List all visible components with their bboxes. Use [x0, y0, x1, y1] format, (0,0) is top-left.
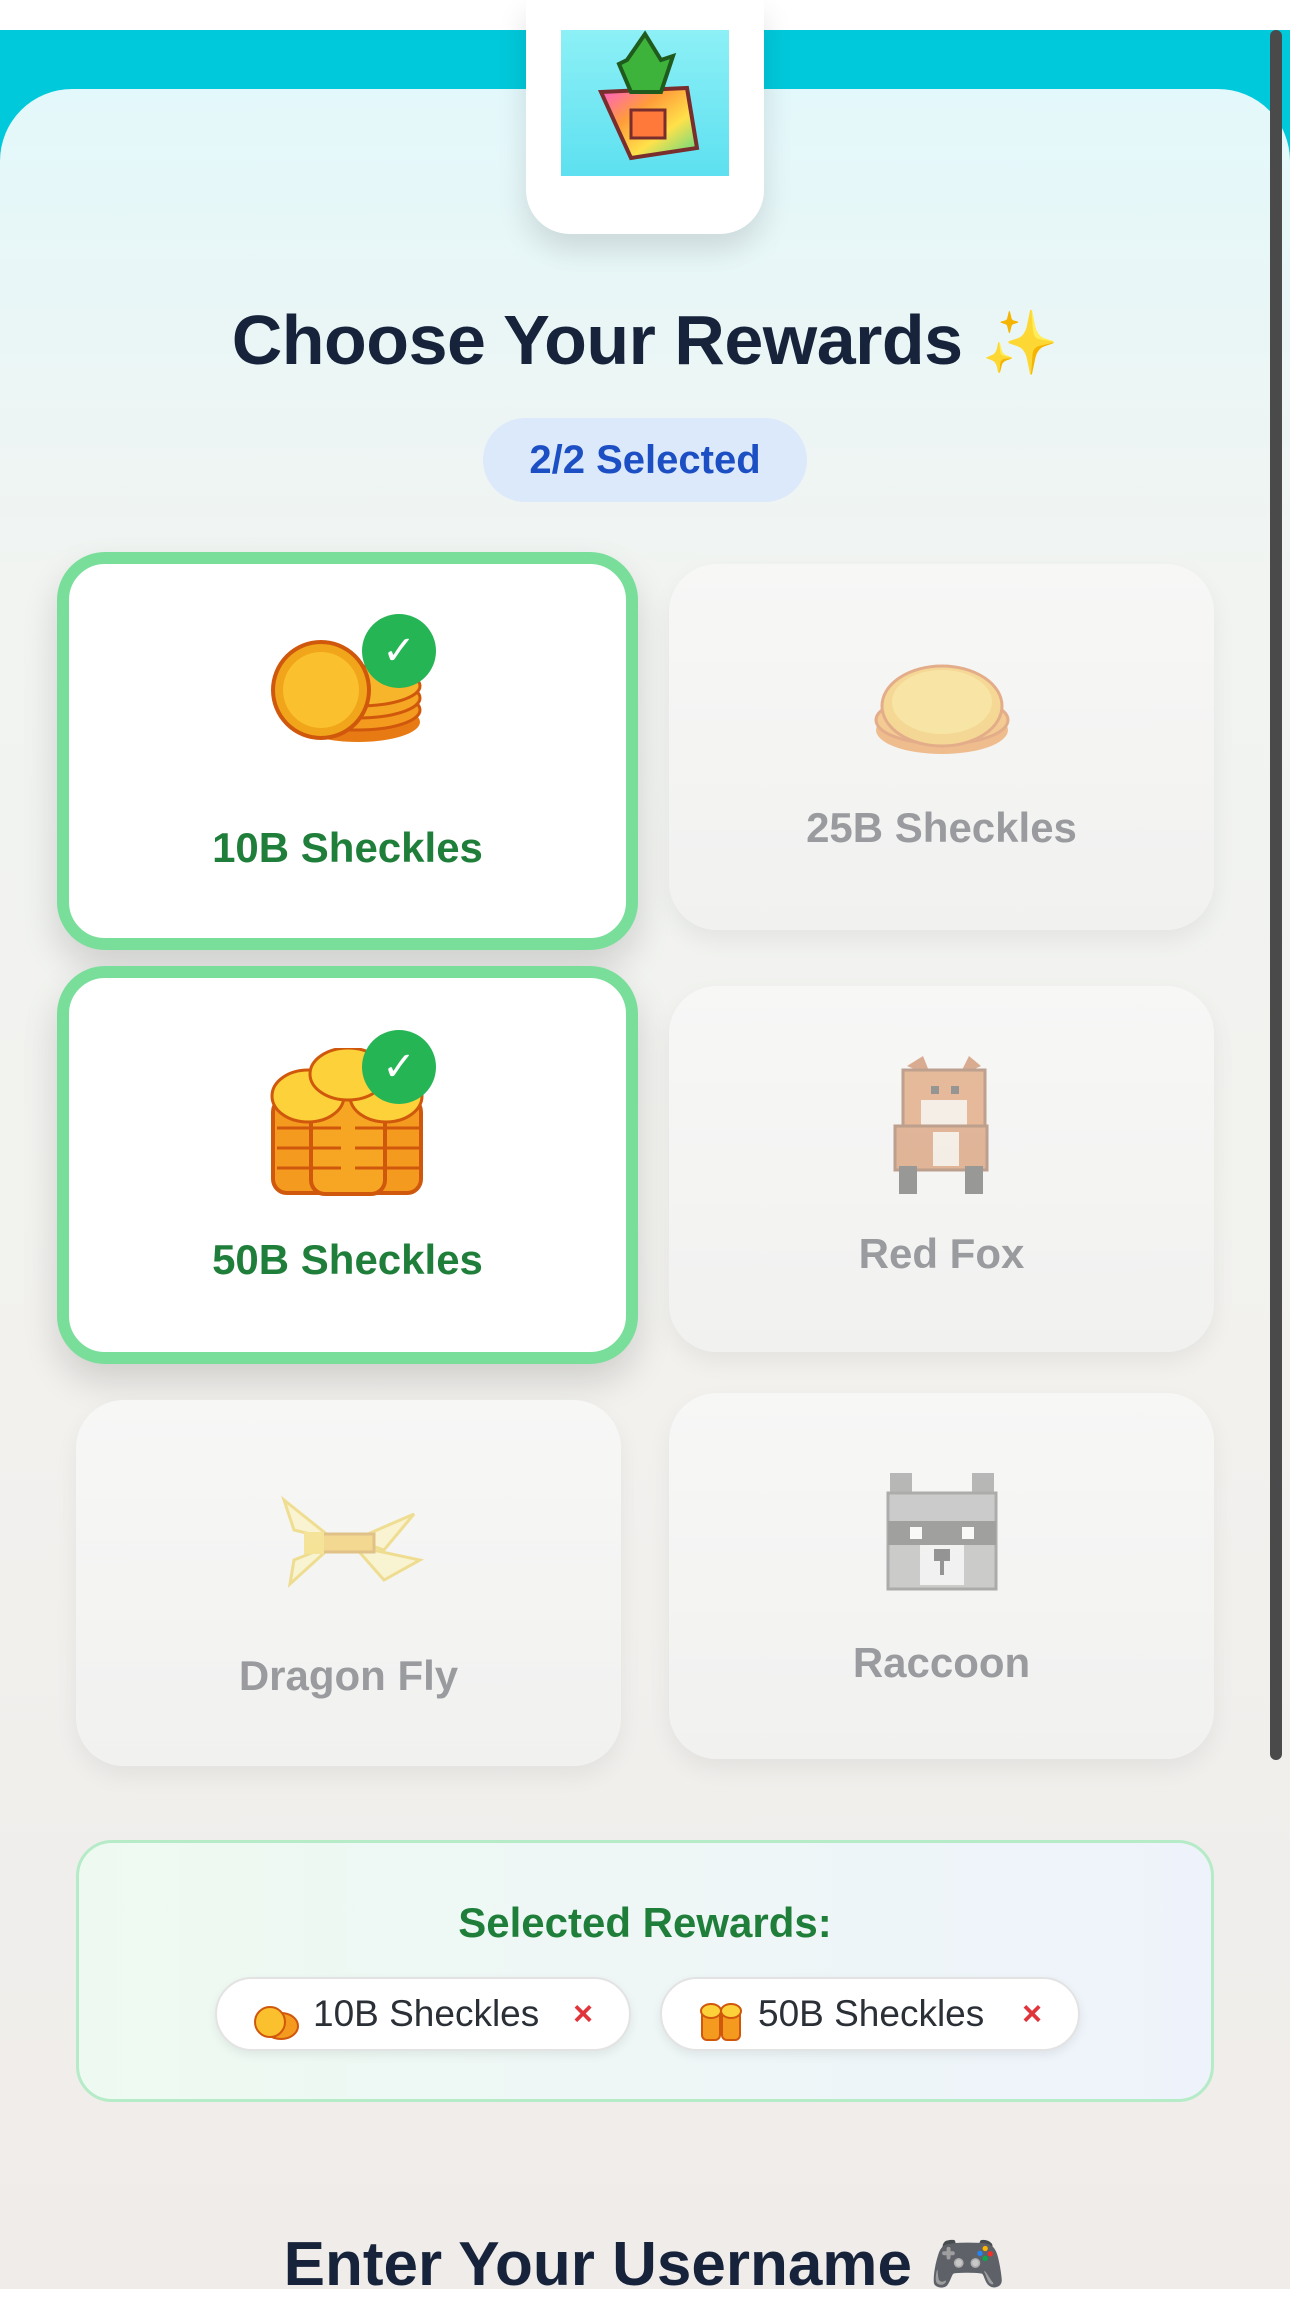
selected-check-icon: ✓: [362, 614, 436, 688]
coin-stack-icon: [872, 658, 1012, 758]
game-logo: [561, 30, 729, 176]
reward-label: 25B Sheckles: [806, 804, 1077, 851]
reward-card-25b-sheckles[interactable]: 25B Sheckles: [669, 564, 1214, 930]
reward-label: Dragon Fly: [238, 1652, 459, 1699]
red-fox-icon: [877, 1056, 1007, 1196]
coin-pile-icon: [698, 1995, 744, 2041]
game-logo-card: [526, 0, 764, 234]
reward-label: Red Fox: [858, 1230, 1025, 1277]
reward-card-raccoon[interactable]: Raccoon: [669, 1393, 1214, 1759]
reward-card-10b-sheckles[interactable]: ✓ 10B Sheckles: [57, 552, 638, 950]
reward-label: Raccoon: [852, 1639, 1031, 1686]
selected-chip-50b-sheckles: 50B Sheckles ×: [660, 1977, 1080, 2051]
remove-icon[interactable]: ×: [573, 1979, 593, 2049]
selected-chip-10b-sheckles: 10B Sheckles ×: [215, 1977, 631, 2051]
raccoon-icon: [882, 1473, 1002, 1593]
remove-icon[interactable]: ×: [1022, 1979, 1042, 2049]
coin-stack-icon: [253, 1995, 299, 2040]
sparkle-icon: ✨: [981, 309, 1059, 378]
reward-card-dragon-fly[interactable]: Dragon Fly: [76, 1400, 621, 1766]
reward-card-50b-sheckles[interactable]: ✓ 50B Sheckles: [57, 966, 638, 1364]
reward-card-red-fox[interactable]: Red Fox: [669, 986, 1214, 1352]
selected-check-icon: ✓: [362, 1030, 436, 1104]
selected-rewards-title: Selected Rewards:: [458, 1899, 832, 1946]
page-title: Choose Your Rewards ✨: [0, 300, 1290, 380]
page-title-text: Choose Your Rewards: [231, 301, 963, 379]
selection-count-badge: 2/2 Selected: [483, 418, 807, 502]
reward-label: 10B Sheckles: [212, 824, 483, 871]
chip-label: 10B Sheckles: [313, 1993, 540, 2034]
reward-label: 50B Sheckles: [212, 1236, 483, 1283]
selected-rewards-panel: Selected Rewards: 10B Sheckles × 50B She…: [76, 1840, 1214, 2102]
scrollbar[interactable]: [1270, 30, 1282, 1760]
dragonfly-icon: [274, 1490, 424, 1600]
chip-label: 50B Sheckles: [758, 1993, 985, 2034]
